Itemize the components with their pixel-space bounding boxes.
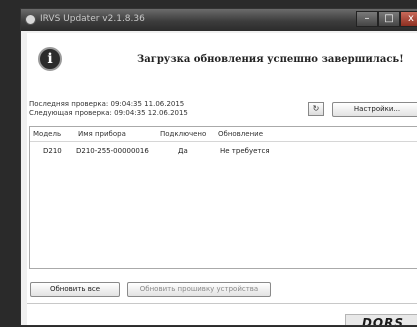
minimize-button[interactable]: – (356, 11, 378, 27)
info-icon: i (38, 47, 62, 71)
cell-connected[interactable]: Да (178, 147, 188, 155)
next-check-text: Следующая проверка: 09:04:35 12.06.2015 (29, 109, 188, 117)
column-header-connected[interactable]: Подключено (160, 130, 206, 138)
column-header-device-name[interactable]: Имя прибора (78, 130, 126, 138)
device-list[interactable]: Модель Имя прибора Подключено Обновление… (29, 126, 417, 269)
footer-divider (27, 303, 417, 304)
column-header-update[interactable]: Обновление (218, 130, 263, 138)
update-all-button[interactable]: Обновить все (30, 282, 120, 297)
close-button[interactable]: x (400, 11, 417, 27)
last-check-text: Последняя проверка: 09:04:35 11.06.2015 (29, 100, 185, 108)
header-divider (30, 141, 417, 142)
dors-logo: DORS (345, 314, 417, 325)
settings-button[interactable]: Настройки... (332, 102, 417, 117)
app-icon (25, 14, 36, 25)
updater-window: IRVS Updater v2.1.8.36 – □ x i Загрузка … (20, 8, 417, 326)
maximize-button[interactable]: □ (378, 11, 400, 27)
cell-model[interactable]: D210 (43, 147, 62, 155)
update-firmware-button[interactable]: Обновить прошивку устройства (127, 282, 271, 297)
window-title: IRVS Updater v2.1.8.36 (40, 14, 145, 24)
title-bar[interactable]: IRVS Updater v2.1.8.36 – □ x (21, 9, 417, 31)
window-content: i Загрузка обновления успешно завершилас… (27, 33, 417, 325)
column-header-model[interactable]: Модель (33, 130, 61, 138)
sync-icon: ↻ (312, 104, 320, 113)
cell-update-status[interactable]: Не требуется (220, 147, 270, 155)
cell-device-name[interactable]: D210-255-00000016 (76, 147, 149, 155)
status-message: Загрузка обновления успешно завершилась! (137, 54, 404, 65)
sync-button[interactable]: ↻ (308, 102, 324, 116)
